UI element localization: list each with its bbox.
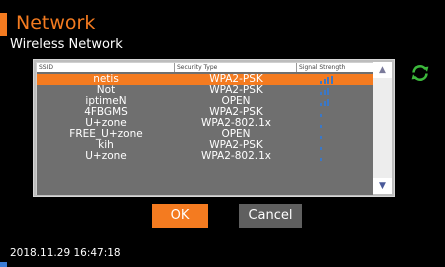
table-header: SSID Security Type Signal Strength xyxy=(37,63,373,72)
column-header-security: Security Type xyxy=(175,63,297,72)
column-header-ssid: SSID xyxy=(37,63,175,72)
security-cell: WPA2-802.1x xyxy=(201,150,271,162)
signal-bar xyxy=(327,77,329,84)
signal-strength-icon xyxy=(320,130,334,139)
signal-bar xyxy=(320,158,322,161)
signal-bar xyxy=(327,88,329,95)
signal-bar xyxy=(330,76,333,84)
signal-strength-icon xyxy=(320,86,334,95)
signal-bar xyxy=(320,81,322,84)
cancel-button[interactable]: Cancel xyxy=(239,204,302,228)
network-screen: Network Wireless Network SSID Security T… xyxy=(0,0,445,267)
scroll-up-icon[interactable]: ▲ xyxy=(373,62,392,78)
corner-indicator xyxy=(0,262,7,267)
signal-bar xyxy=(320,103,322,106)
page-subtitle: Wireless Network xyxy=(10,37,123,52)
signal-bar xyxy=(323,79,326,84)
signal-strength-icon xyxy=(320,108,334,117)
signal-strength-icon xyxy=(320,141,334,150)
table-row[interactable]: netis WPA2-PSK xyxy=(37,74,373,85)
signal-bar xyxy=(320,114,322,117)
signal-strength-icon xyxy=(320,97,334,106)
signal-bar xyxy=(320,125,322,128)
ok-button[interactable]: OK xyxy=(152,204,208,228)
signal-bar xyxy=(327,99,329,106)
signal-bar xyxy=(323,101,326,106)
title-accent-bar xyxy=(0,13,7,36)
table-row[interactable]: U+zone WPA2-802.1x xyxy=(37,151,373,162)
column-header-signal: Signal Strength xyxy=(299,64,346,71)
signal-strength-icon xyxy=(320,75,334,84)
datetime-display: 2018.11.29 16:47:18 xyxy=(10,247,121,259)
signal-strength-icon xyxy=(320,152,334,161)
signal-bar xyxy=(320,92,322,95)
signal-bar xyxy=(320,136,322,139)
network-table: SSID Security Type Signal Strength netis… xyxy=(36,62,373,195)
refresh-icon[interactable] xyxy=(409,62,431,84)
signal-strength-icon xyxy=(320,119,334,128)
page-title: Network xyxy=(16,12,96,34)
signal-bar xyxy=(320,147,322,150)
scroll-down-icon[interactable]: ▼ xyxy=(373,178,392,194)
scrollbar[interactable]: ▲ ▼ xyxy=(373,62,392,194)
signal-bar xyxy=(323,90,326,95)
table-row[interactable]: FREE_U+zone OPEN xyxy=(37,129,373,140)
ssid-cell: U+zone xyxy=(85,150,127,162)
